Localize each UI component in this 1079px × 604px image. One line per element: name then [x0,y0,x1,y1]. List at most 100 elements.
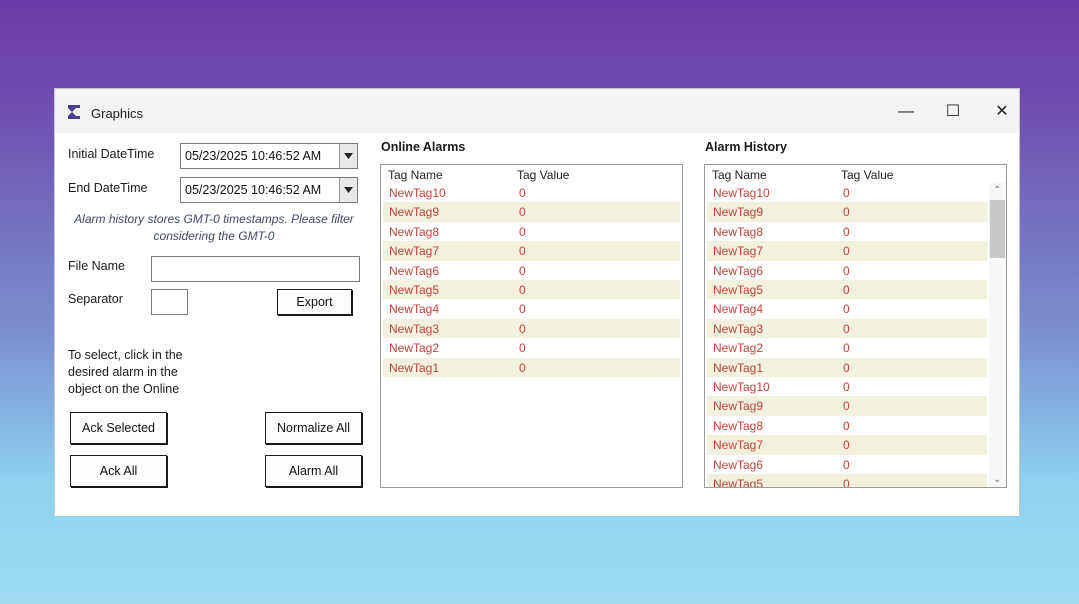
tag-name-cell: NewTag8 [713,418,764,433]
tag-value-cell: 0 [843,224,850,239]
scrollbar-thumb[interactable] [990,200,1005,258]
tag-name-cell: NewTag6 [713,457,764,472]
alarm-history-title: Alarm History [705,140,787,154]
tag-name-cell: NewTag6 [389,263,440,278]
grid-header: Tag Name Tag Value [381,165,682,183]
tag-name-cell: NewTag9 [389,205,440,220]
app-icon [67,104,81,120]
tag-name-cell: NewTag8 [713,224,764,239]
export-button[interactable]: Export [277,289,352,315]
separator-label: Separator [68,292,123,306]
tag-name-cell: NewTag1 [713,360,764,375]
tag-value-cell: 0 [843,399,850,414]
table-row[interactable]: NewTag8 0 [383,222,680,241]
tag-value-cell: 0 [843,244,850,259]
table-row[interactable]: NewTag3 0 [707,318,987,339]
gmt-note: Alarm history stores GMT-0 timestamps. P… [74,212,354,243]
file-name-input[interactable] [151,256,360,282]
end-datetime-label: End DateTime [68,181,148,195]
table-row[interactable]: NewTag5 0 [707,474,987,487]
tag-value-cell: 0 [843,438,850,453]
tag-name-cell: NewTag3 [389,321,440,336]
tag-value-cell: 0 [843,205,850,220]
table-row[interactable]: NewTag8 0 [707,416,987,435]
tag-value-cell: 0 [843,360,850,375]
alarm-history-grid[interactable]: Tag Name Tag Value NewTag10 0 NewTag9 0 NewT… [704,164,1007,488]
content-area: Initial DateTime 05/23/2025 10:46:52 AM … [55,133,1019,516]
column-header-tag-value[interactable]: Tag Value [841,168,893,182]
initial-datetime-picker[interactable]: 05/23/2025 10:46:52 AM [180,143,358,169]
tag-value-cell: 0 [519,186,526,200]
tag-name-cell: NewTag10 [389,186,446,200]
table-row[interactable]: NewTag8 0 [707,222,987,241]
chevron-down-icon[interactable] [339,178,357,202]
tag-name-cell: NewTag4 [389,302,440,317]
tag-name-cell: NewTag9 [713,399,764,414]
table-row[interactable]: NewTag7 0 [707,435,987,455]
online-alarms-grid[interactable]: Tag Name Tag Value NewTag10 0 NewTag9 0 NewT… [380,164,683,488]
table-row[interactable]: NewTag2 0 [707,338,987,357]
end-datetime-picker[interactable]: 05/23/2025 10:46:52 AM [180,177,358,203]
tag-name-cell: NewTag10 [713,186,770,200]
tag-value-cell: 0 [843,380,850,394]
maximize-button[interactable]: ☐ [938,99,968,125]
alarm-all-button[interactable]: Alarm All [265,455,362,487]
initial-datetime-label: Initial DateTime [68,147,155,161]
normalize-all-button[interactable]: Normalize All [265,412,362,444]
vertical-scrollbar[interactable]: ⌃ ⌄ [989,183,1006,487]
table-row[interactable]: NewTag5 0 [707,280,987,300]
tag-name-cell: NewTag10 [713,380,770,394]
column-header-tag-value[interactable]: Tag Value [517,168,569,182]
tag-value-cell: 0 [519,244,526,259]
graphics-window: Graphics — ☐ ✕ Initial DateTime 05/23/20… [54,88,1020,516]
chevron-down-icon[interactable] [339,144,357,168]
table-row[interactable]: NewTag6 0 [707,261,987,280]
file-name-label: File Name [68,259,125,273]
table-row[interactable]: NewTag5 0 [383,280,680,300]
tag-value-cell: 0 [519,205,526,220]
table-row[interactable]: NewTag4 0 [383,299,680,318]
table-row[interactable]: NewTag10 0 [383,183,680,202]
minimize-button[interactable]: — [891,99,921,125]
table-row[interactable]: NewTag7 0 [383,241,680,261]
tag-value-cell: 0 [843,457,850,472]
tag-value-cell: 0 [843,418,850,433]
ack-selected-button[interactable]: Ack Selected [70,412,167,444]
tag-name-cell: NewTag2 [389,341,440,356]
table-row[interactable]: NewTag1 0 [707,357,987,377]
table-row[interactable]: NewTag6 0 [707,455,987,474]
close-button[interactable]: ✕ [987,99,1017,125]
column-header-tag-name[interactable]: Tag Name [388,168,443,182]
separator-input[interactable] [151,289,188,315]
scroll-down-icon[interactable]: ⌄ [993,474,1001,485]
table-row[interactable]: NewTag10 0 [707,377,987,396]
window-title: Graphics [91,106,144,121]
table-row[interactable]: NewTag3 0 [383,318,680,339]
tag-value-cell: 0 [843,283,850,297]
tag-name-cell: NewTag4 [713,302,764,317]
table-row[interactable]: NewTag9 0 [383,202,680,222]
scroll-up-icon[interactable]: ⌃ [993,185,1001,196]
tag-value-cell: 0 [519,283,526,297]
table-row[interactable]: NewTag9 0 [707,202,987,222]
table-row[interactable]: NewTag6 0 [383,261,680,280]
tag-value-cell: 0 [519,360,526,375]
column-header-tag-name[interactable]: Tag Name [712,168,767,182]
tag-name-cell: NewTag5 [713,283,764,297]
tag-name-cell: NewTag7 [713,244,764,259]
tag-value-cell: 0 [519,302,526,317]
table-row[interactable]: NewTag7 0 [707,241,987,261]
initial-datetime-value: 05/23/2025 10:46:52 AM [185,149,322,163]
grid-header: Tag Name Tag Value [705,165,1006,183]
tag-value-cell: 0 [519,263,526,278]
tag-value-cell: 0 [843,302,850,317]
tag-name-cell: NewTag3 [713,321,764,336]
table-row[interactable]: NewTag4 0 [707,299,987,318]
table-row[interactable]: NewTag9 0 [707,396,987,416]
table-row[interactable]: NewTag1 0 [383,357,680,377]
tag-name-cell: NewTag7 [713,438,764,453]
table-row[interactable]: NewTag10 0 [707,183,987,202]
tag-name-cell: NewTag5 [389,283,440,297]
table-row[interactable]: NewTag2 0 [383,338,680,357]
ack-all-button[interactable]: Ack All [70,455,167,487]
